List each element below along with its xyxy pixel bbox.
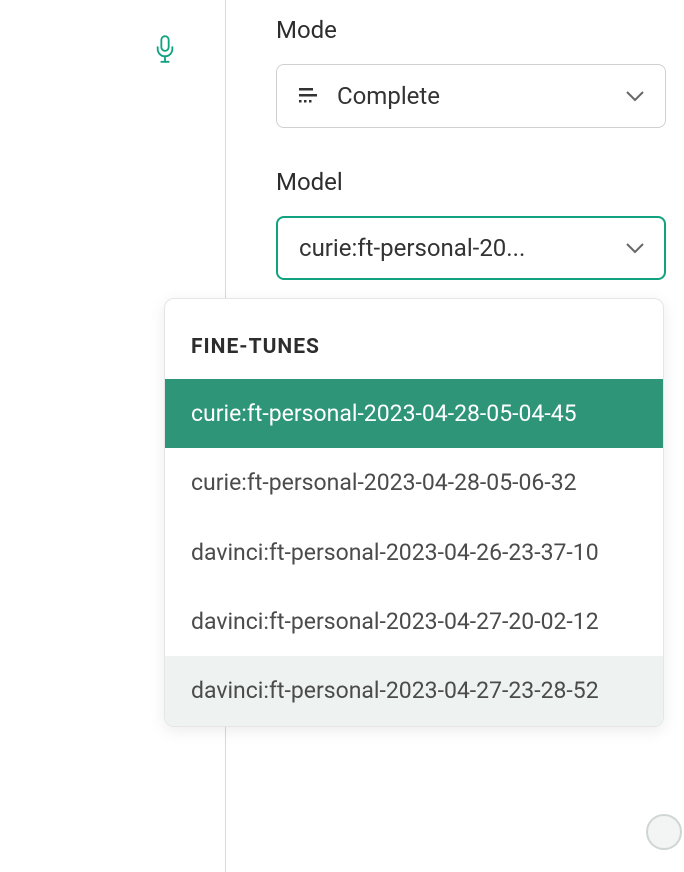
mode-select[interactable]: Complete bbox=[276, 64, 666, 128]
chevron-down-icon bbox=[625, 87, 645, 106]
mode-selected-value: Complete bbox=[337, 82, 440, 110]
model-label: Model bbox=[276, 168, 666, 196]
model-dropdown[interactable]: FINE-TUNES curie:ft-personal-2023-04-28-… bbox=[164, 298, 664, 727]
dropdown-item[interactable]: curie:ft-personal-2023-04-28-05-04-45 bbox=[165, 379, 663, 448]
mode-label: Mode bbox=[276, 16, 666, 44]
model-select[interactable]: curie:ft-personal-20... bbox=[276, 216, 666, 280]
dropdown-item[interactable]: davinci:ft-personal-2023-04-26-23-37-10 bbox=[165, 518, 663, 587]
help-button[interactable] bbox=[646, 814, 682, 850]
chevron-down-icon bbox=[625, 239, 645, 258]
model-input-value: curie:ft-personal-20... bbox=[297, 234, 525, 262]
mode-field: Mode Complete bbox=[276, 16, 666, 128]
dropdown-item[interactable]: davinci:ft-personal-2023-04-27-20-02-12 bbox=[165, 587, 663, 656]
model-field: Model curie:ft-personal-20... bbox=[276, 168, 666, 280]
settings-panel: Mode Complete bbox=[276, 16, 666, 280]
dropdown-item[interactable]: curie:ft-personal-2023-04-28-05-06-32 bbox=[165, 448, 663, 517]
microphone-icon[interactable] bbox=[154, 34, 180, 70]
dropdown-item[interactable]: davinci:ft-personal-2023-04-27-23-28-52 bbox=[165, 656, 663, 725]
dropdown-section-title: FINE-TUNES bbox=[165, 299, 663, 379]
complete-mode-icon bbox=[297, 84, 321, 108]
